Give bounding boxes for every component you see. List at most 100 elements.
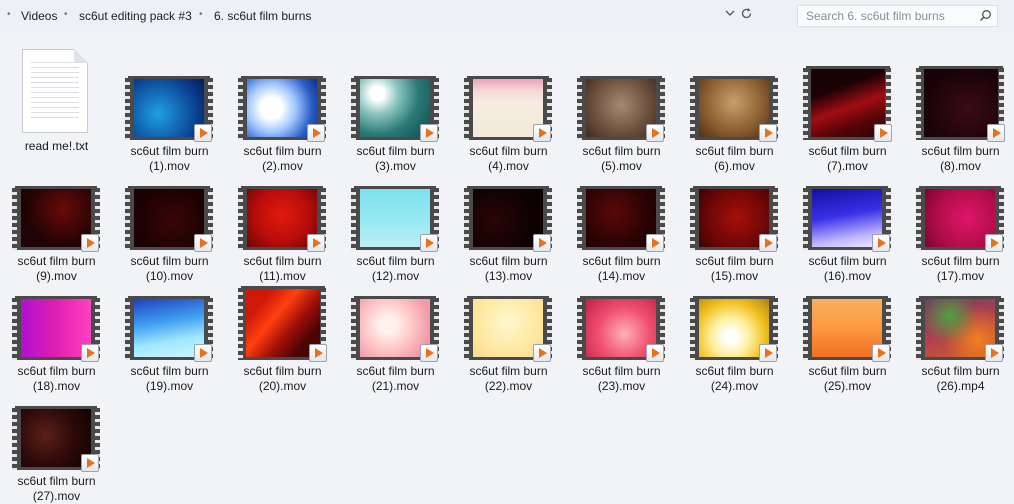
video-thumbnail	[349, 186, 441, 252]
video-thumbnail	[914, 296, 1006, 362]
video-play-badge-icon	[874, 124, 892, 142]
video-play-badge-icon	[533, 344, 551, 362]
file-item[interactable]: sc6ut film burn (7).mov	[791, 64, 904, 173]
video-thumbnail	[801, 66, 893, 142]
file-item[interactable]: sc6ut film burn (21).mov	[339, 284, 452, 393]
file-item[interactable]: sc6ut film burn (6).mov	[678, 64, 791, 173]
file-name: sc6ut film burn (27).mov	[17, 474, 96, 503]
file-name: sc6ut film burn (23).mov	[582, 364, 661, 393]
file-item[interactable]: sc6ut film burn (20).mov	[226, 284, 339, 393]
video-play-badge-icon	[646, 124, 664, 142]
file-name: sc6ut film burn (8).mov	[921, 144, 1000, 173]
video-play-badge-icon	[759, 234, 777, 252]
file-item[interactable]: sc6ut film burn (13).mov	[452, 174, 565, 283]
video-thumbnail	[10, 186, 102, 252]
video-thumbnail	[236, 76, 328, 142]
file-name: sc6ut film burn (6).mov	[695, 144, 774, 173]
video-thumbnail	[10, 296, 102, 362]
video-play-badge-icon	[987, 124, 1005, 142]
file-item[interactable]: read me!.txt	[0, 49, 113, 172]
video-play-badge-icon	[309, 344, 327, 362]
file-name: sc6ut film burn (9).mov	[17, 254, 96, 283]
video-thumbnail	[575, 76, 667, 142]
file-item[interactable]: sc6ut film burn (11).mov	[226, 174, 339, 283]
video-thumbnail	[688, 186, 780, 252]
video-play-badge-icon	[533, 234, 551, 252]
file-item[interactable]: sc6ut film burn (27).mov	[0, 394, 113, 503]
video-thumbnail	[123, 296, 215, 362]
file-item[interactable]: sc6ut film burn (26).mp4	[904, 284, 1014, 393]
video-play-badge-icon	[307, 234, 325, 252]
file-name: sc6ut film burn (5).mov	[582, 144, 661, 173]
video-thumbnail	[914, 66, 1006, 142]
file-item[interactable]: sc6ut film burn (23).mov	[565, 284, 678, 393]
file-item[interactable]: sc6ut film burn (2).mov	[226, 64, 339, 173]
file-item[interactable]: sc6ut film burn (25).mov	[791, 284, 904, 393]
video-play-badge-icon	[307, 124, 325, 142]
video-play-badge-icon	[872, 234, 890, 252]
file-item[interactable]: sc6ut film burn (4).mov	[452, 64, 565, 173]
video-thumbnail	[236, 286, 328, 362]
video-play-badge-icon	[759, 124, 777, 142]
video-play-badge-icon	[533, 124, 551, 142]
video-play-badge-icon	[194, 344, 212, 362]
text-document-icon	[22, 49, 88, 133]
file-name: sc6ut film burn (2).mov	[243, 144, 322, 173]
file-name: sc6ut film burn (13).mov	[469, 254, 548, 283]
file-name: sc6ut film burn (18).mov	[17, 364, 96, 393]
file-name: sc6ut film burn (12).mov	[356, 254, 435, 283]
video-play-badge-icon	[81, 454, 99, 472]
file-item[interactable]: sc6ut film burn (1).mov	[113, 64, 226, 173]
file-name: sc6ut film burn (3).mov	[356, 144, 435, 173]
file-item[interactable]: sc6ut film burn (18).mov	[0, 284, 113, 393]
video-thumbnail	[349, 76, 441, 142]
video-play-badge-icon	[985, 234, 1003, 252]
file-name: read me!.txt	[24, 139, 89, 153]
file-item[interactable]: sc6ut film burn (10).mov	[113, 174, 226, 283]
video-thumbnail	[349, 296, 441, 362]
file-item[interactable]: sc6ut film burn (17).mov	[904, 174, 1014, 283]
file-item[interactable]: sc6ut film burn (9).mov	[0, 174, 113, 283]
file-grid: read me!.txt sc6ut film burn (1).mov sc6u…	[0, 0, 1014, 503]
file-name: sc6ut film burn (1).mov	[130, 144, 209, 173]
file-name: sc6ut film burn (21).mov	[356, 364, 435, 393]
file-item[interactable]: sc6ut film burn (24).mov	[678, 284, 791, 393]
video-play-badge-icon	[646, 344, 664, 362]
file-item[interactable]: sc6ut film burn (16).mov	[791, 174, 904, 283]
video-play-badge-icon	[420, 234, 438, 252]
file-item[interactable]: sc6ut film burn (3).mov	[339, 64, 452, 173]
video-thumbnail	[801, 186, 893, 252]
file-item[interactable]: sc6ut film burn (14).mov	[565, 174, 678, 283]
video-thumbnail	[688, 296, 780, 362]
video-play-badge-icon	[81, 344, 99, 362]
file-name: sc6ut film burn (17).mov	[921, 254, 1000, 283]
file-name: sc6ut film burn (22).mov	[469, 364, 548, 393]
file-item[interactable]: sc6ut film burn (15).mov	[678, 174, 791, 283]
file-item[interactable]: sc6ut film burn (8).mov	[904, 64, 1014, 173]
video-thumbnail	[123, 186, 215, 252]
video-thumbnail	[462, 76, 554, 142]
video-thumbnail	[688, 76, 780, 142]
file-name: sc6ut film burn (19).mov	[130, 364, 209, 393]
file-name: sc6ut film burn (26).mp4	[921, 364, 1000, 393]
file-name: sc6ut film burn (24).mov	[695, 364, 774, 393]
video-play-badge-icon	[194, 124, 212, 142]
file-item[interactable]: sc6ut film burn (12).mov	[339, 174, 452, 283]
video-play-badge-icon	[985, 344, 1003, 362]
file-item[interactable]: sc6ut film burn (19).mov	[113, 284, 226, 393]
video-thumbnail	[462, 296, 554, 362]
video-play-badge-icon	[872, 344, 890, 362]
file-item[interactable]: sc6ut film burn (22).mov	[452, 284, 565, 393]
file-name: sc6ut film burn (10).mov	[130, 254, 209, 283]
file-name: sc6ut film burn (4).mov	[469, 144, 548, 173]
file-name: sc6ut film burn (11).mov	[243, 254, 322, 283]
video-thumbnail	[123, 76, 215, 142]
file-name: sc6ut film burn (15).mov	[695, 254, 774, 283]
file-item[interactable]: sc6ut film burn (5).mov	[565, 64, 678, 173]
video-thumbnail	[10, 406, 102, 472]
video-thumbnail	[914, 186, 1006, 252]
file-name: sc6ut film burn (14).mov	[582, 254, 661, 283]
file-name: sc6ut film burn (16).mov	[808, 254, 887, 283]
video-play-badge-icon	[759, 344, 777, 362]
file-name: sc6ut film burn (25).mov	[808, 364, 887, 393]
